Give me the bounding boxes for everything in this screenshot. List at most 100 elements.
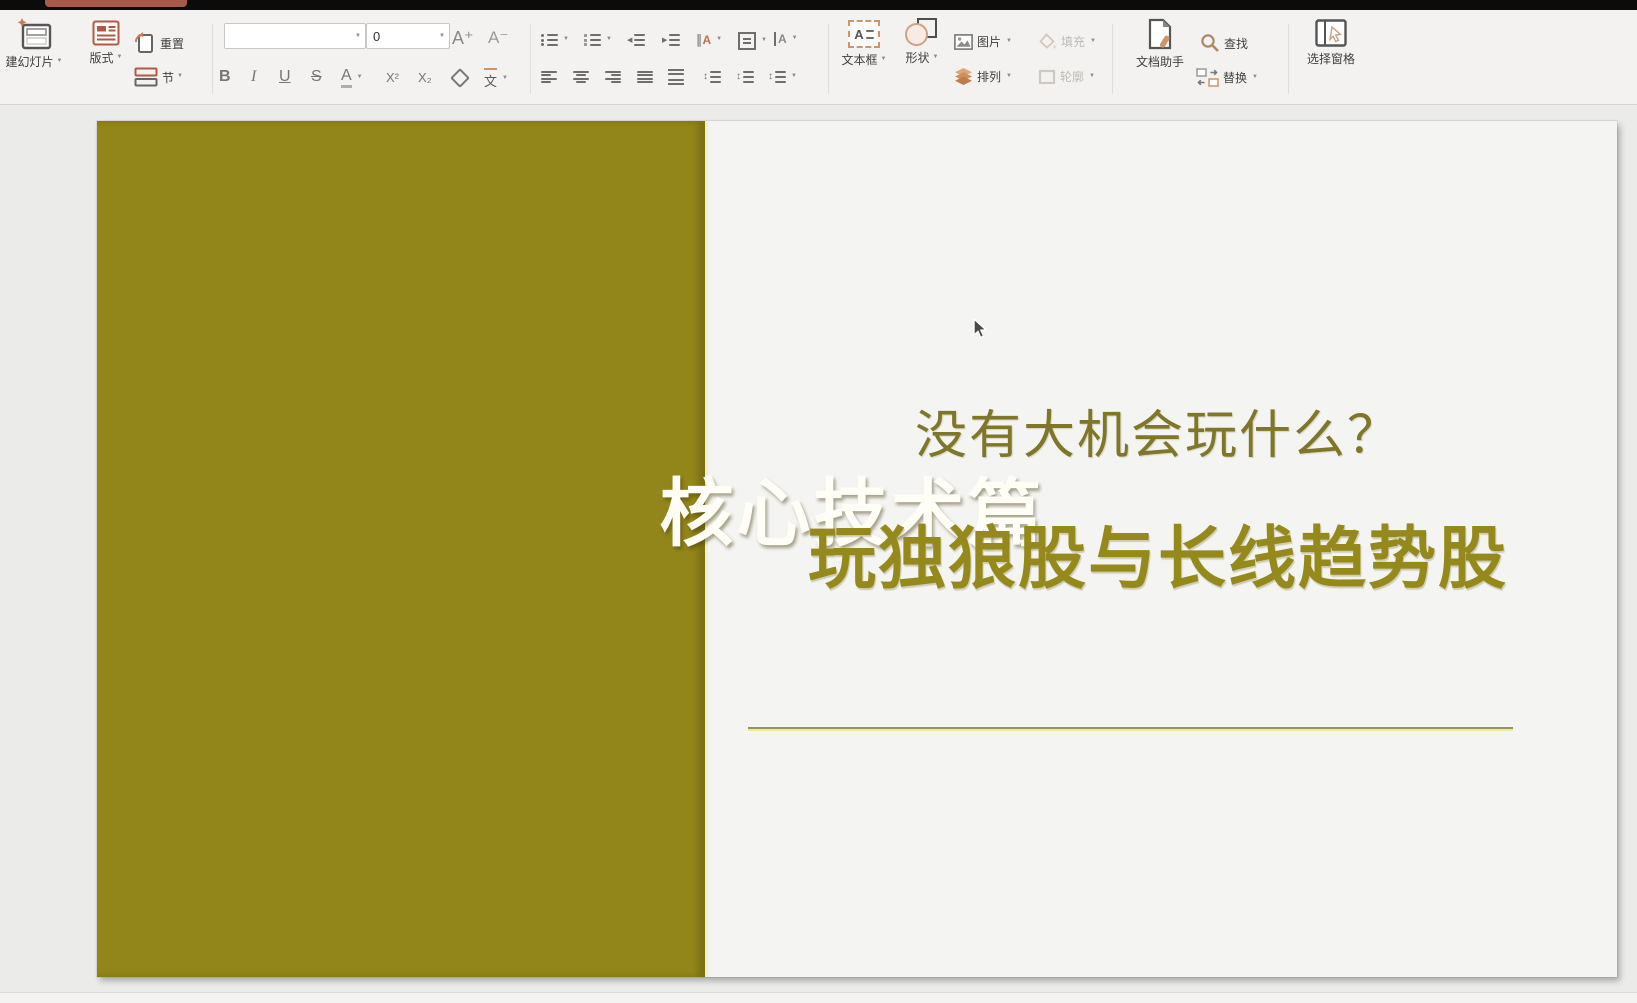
shrink-font-icon: A⁻ [488,28,508,48]
reset-label: 重置 [160,35,184,52]
align-center-button[interactable] [573,71,589,83]
numbered-list-icon [584,34,601,46]
font-color-icon: A [341,68,352,88]
bold-icon: B [219,68,231,86]
phonetic-guide-icon: 文 [484,68,497,90]
new-slide-label: 建幻灯片 [6,53,63,70]
clear-format-button[interactable] [450,71,470,85]
align-right-button[interactable] [605,71,621,83]
slide-right-subtitle[interactable]: 没有大机会玩什么？ [708,393,1608,468]
picture-icon [954,34,973,50]
distribute-button[interactable] [668,69,684,85]
section-label: 节 [162,69,183,86]
align-left-icon [541,71,557,83]
line-spacing-button[interactable]: ↕ [768,71,797,83]
replace-label: 替换 [1223,69,1247,86]
text-direction-icon: ∥ A [696,32,711,48]
align-center-icon [573,71,589,83]
increase-indent-icon: ▶ [662,34,680,46]
find-button[interactable]: 查找 [1200,33,1248,53]
textbox-label: 文本框 [842,51,887,68]
phonetic-guide-button[interactable]: 文 [484,68,508,90]
selection-pane-button[interactable]: 选择窗格 [1296,19,1366,67]
subscript-button[interactable]: X₂ [418,70,432,85]
decrease-indent-icon: ◀ [627,34,645,46]
decrease-indent-button[interactable]: ◀ [627,34,645,46]
grow-font-icon: A⁺ [452,28,474,49]
italic-button[interactable]: I [251,68,256,86]
arrange-button[interactable]: 排列 [954,68,1012,85]
bullet-list-button[interactable] [541,34,569,46]
slide-divider-line[interactable] [748,727,1513,731]
outline-button: 轮廓 [1038,68,1095,85]
group-separator [530,24,531,94]
align-left-button[interactable] [541,71,557,83]
underline-button[interactable]: U [279,68,291,86]
reset-icon [134,32,156,54]
find-label: 查找 [1224,35,1248,52]
shapes-label: 形状 [906,49,939,66]
line-spacing-icon: ↕ [768,71,786,83]
shrink-font-button[interactable]: A⁻ [488,28,508,48]
layout-label: 版式 [90,49,123,66]
shapes-button[interactable]: 形状 [898,18,946,66]
justify-button[interactable] [637,71,653,83]
bold-button[interactable]: B [219,68,231,86]
increase-indent-button[interactable]: ▶ [662,34,680,46]
textbox-button[interactable]: A 文本框 [838,20,890,68]
strikethrough-button[interactable]: S [311,68,322,86]
font-name-combo[interactable] [224,23,366,49]
status-bar [0,992,1637,1003]
replace-button[interactable]: 替换 [1196,68,1258,87]
justify-icon [637,71,653,83]
new-slide-button[interactable]: 建幻灯片 [0,18,76,70]
align-text-icon [738,32,756,50]
shapes-icon [905,18,939,46]
vertical-text-button[interactable]: A [774,32,798,46]
superscript-icon: X² [386,70,399,85]
section-button[interactable]: 节 [134,67,183,87]
slide[interactable]: 核心技术篇 没有大机会玩什么？ 玩独狼股与长线趋势股 [97,121,1617,977]
document-assistant-button[interactable]: 文档助手 [1122,18,1198,70]
fill-label: 填充 [1061,33,1085,50]
paragraph-spacing-decrease-icon: ↕ [736,71,754,83]
align-right-icon [605,71,621,83]
replace-icon [1196,68,1219,87]
font-size-value: 0 [373,29,380,44]
fill-icon [1038,33,1057,50]
find-icon [1200,33,1220,53]
group-separator [1112,24,1113,94]
window-top-strip [0,0,1637,10]
slide-right-title[interactable]: 玩独狼股与长线趋势股 [708,503,1608,602]
section-icon [134,67,158,87]
group-separator [1288,24,1289,94]
layout-button[interactable]: 版式 [80,20,132,66]
textbox-icon: A [848,20,880,48]
text-direction-button[interactable]: ∥ A [696,32,722,48]
underline-icon: U [279,68,291,86]
paragraph-spacing-decrease-button[interactable]: ↕ [736,71,754,83]
superscript-button[interactable]: X² [386,70,399,85]
italic-icon: I [251,68,256,86]
clear-format-icon [450,68,470,88]
grow-font-button[interactable]: A⁺ [452,28,474,49]
strikethrough-icon: S [311,68,322,86]
group-separator [212,24,213,94]
numbered-list-button[interactable] [584,34,612,46]
font-size-combo[interactable]: 0 [366,23,450,49]
picture-button[interactable]: 图片 [954,33,1012,50]
selection-pane-icon [1315,19,1347,47]
align-text-button[interactable] [738,32,767,50]
paragraph-spacing-increase-icon: ↕ [703,71,721,83]
reset-button[interactable]: 重置 [134,32,184,54]
vertical-text-icon: A [774,32,787,46]
document-assistant-label: 文档助手 [1136,53,1184,70]
subscript-icon: X₂ [418,70,432,85]
active-tab-accent [45,0,187,7]
picture-label: 图片 [977,33,1001,50]
layout-icon [92,20,120,46]
font-color-button[interactable]: A [341,68,363,88]
arrange-label: 排列 [977,68,1001,85]
paragraph-spacing-increase-button[interactable]: ↕ [703,71,721,83]
new-slide-icon [16,18,52,50]
